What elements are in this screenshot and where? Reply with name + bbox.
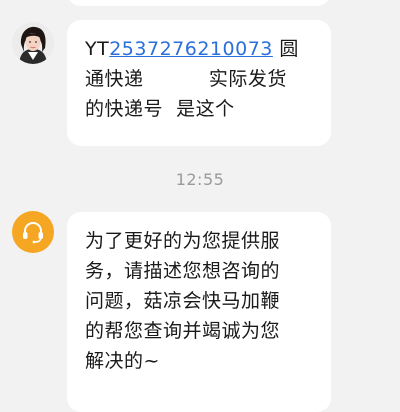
message-line: 解决的~ [85,350,160,372]
tracking-number-link[interactable]: 2537276210073 [109,38,273,60]
headset-icon [23,222,43,244]
user-message-bubble: YT2537276210073 圆 通快递 实际发货 的快递号 是这个 [67,20,331,146]
message-line: 务，请描述您想咨询的 [85,260,281,282]
message-line: 为了更好的为您提供服 [85,230,281,252]
agent-message-bubble: 为了更好的为您提供服 务，请描述您想咨询的 问题，菇凉会快马加鞭 的帮您查询并竭… [67,212,331,412]
previous-message-bubble [67,0,331,6]
agent-avatar[interactable] [12,211,54,253]
message-line: 的快递号 是这个 [85,98,235,120]
message-text: 圆 [272,38,299,60]
tracking-prefix: YT [85,38,110,60]
user-avatar[interactable] [12,22,54,64]
message-line: 通快递 实际发货 [85,68,287,90]
message-line: 问题，菇凉会快马加鞭 [85,290,281,312]
message-timestamp: 12:55 [175,170,225,189]
message-line: YT2537276210073 圆 [85,34,313,64]
user-avatar-image [12,22,54,64]
message-line: 的帮您查询并竭诚为您 [85,320,281,342]
